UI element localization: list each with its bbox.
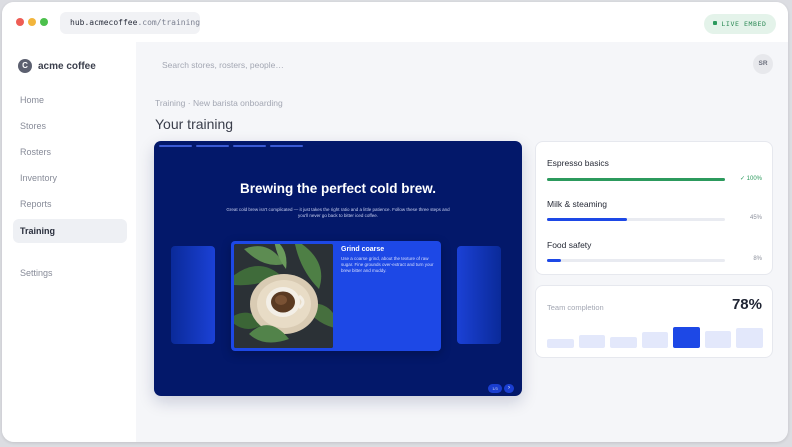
sidebar-item-training[interactable]: Training — [13, 219, 127, 243]
team-completion-bar — [547, 339, 574, 348]
course-progress-bar — [547, 218, 725, 221]
team-completion-bar — [673, 326, 700, 348]
course-name[interactable]: Food safety — [547, 240, 591, 250]
live-embed-badge: LIVE EMBED — [704, 14, 776, 34]
team-completion-bar — [704, 330, 732, 348]
chevron-right-icon: › — [508, 385, 510, 391]
sidebar: C acme coffee Home Stores Rosters Invent… — [2, 42, 136, 442]
course-progress-fill — [547, 259, 562, 262]
team-completion-value: 78% — [731, 296, 762, 313]
brand-logo-icon: C — [18, 59, 32, 73]
team-completion-panel: Team completion 78% — [535, 285, 773, 358]
card-title: Grind coarse — [341, 246, 385, 253]
next-slide-button[interactable]: › — [504, 384, 514, 393]
course-percent: ✓ 100% — [739, 176, 762, 182]
course-percent: 8% — [753, 256, 762, 262]
slide-subtitle: Great cold brew isn't complicated — it j… — [226, 207, 450, 218]
training-player[interactable]: Brewing the perfect cold brew. Great col… — [154, 141, 522, 396]
avatar[interactable]: SR — [753, 54, 773, 74]
slide-counter: 1/3 — [488, 384, 502, 393]
slide-title: Brewing the perfect cold brew. — [239, 181, 437, 196]
browser-titlebar: hub.acmecoffee.com/training LIVE EMBED — [2, 2, 788, 42]
slide-progress-segment — [270, 145, 303, 147]
slide-progress-segment — [307, 145, 340, 147]
sidebar-item-stores[interactable]: Stores — [13, 114, 127, 138]
live-embed-label: LIVE EMBED — [721, 20, 767, 28]
url-host: hub.acmecoffee — [70, 18, 138, 27]
previous-slide-card[interactable] — [171, 246, 215, 344]
minimize-window-icon[interactable] — [28, 18, 36, 26]
course-progress-fill — [547, 178, 725, 181]
url-path: .com/training — [137, 18, 201, 27]
slide-progress-segment — [159, 145, 192, 147]
brand-name: acme coffee — [38, 60, 96, 72]
app-window: hub.acmecoffee.com/training LIVE EMBED C… — [2, 2, 788, 442]
team-completion-bar — [641, 332, 669, 348]
live-dot-icon — [713, 21, 718, 25]
slide-progress-segment — [233, 145, 266, 147]
team-completion-label: Team completion — [547, 303, 604, 312]
address-bar[interactable]: hub.acmecoffee.com/training — [60, 12, 200, 34]
breadcrumb[interactable]: Training · New barista onboarding — [155, 98, 283, 108]
team-completion-bar — [610, 336, 637, 348]
sidebar-item-inventory[interactable]: Inventory — [13, 166, 127, 190]
team-completion-bar — [578, 335, 606, 348]
course-progress-bar — [547, 259, 725, 262]
page-title: Your training — [155, 116, 234, 132]
slide-progress-segment — [418, 145, 451, 147]
team-completion-bar — [736, 327, 763, 348]
current-slide-card: Grind coarse Use a coarse grind, about t… — [231, 241, 441, 351]
coffee-photo — [234, 244, 333, 348]
team-completion-bars — [547, 326, 763, 348]
course-name[interactable]: Espresso basics — [547, 158, 609, 168]
brand[interactable]: C acme coffee — [18, 58, 96, 74]
course-progress-bar — [547, 178, 725, 181]
close-window-icon[interactable] — [16, 18, 24, 26]
slide-progress-segment — [344, 145, 377, 147]
next-slide-card[interactable] — [457, 246, 501, 344]
sidebar-item-rosters[interactable]: Rosters — [13, 140, 127, 164]
slide-progress-segment — [196, 145, 229, 147]
sidebar-item-reports[interactable]: Reports — [13, 192, 127, 216]
sidebar-item-settings[interactable]: Settings — [13, 261, 127, 285]
card-text: Use a coarse grind, about the texture of… — [341, 256, 434, 273]
course-progress-fill — [547, 218, 628, 221]
sidebar-item-home[interactable]: Home — [13, 88, 127, 112]
course-name[interactable]: Milk & steaming — [547, 199, 607, 209]
course-progress-panel: Espresso basics ✓ 100% Milk & steaming 4… — [535, 141, 773, 275]
slide-progress-segment — [381, 145, 414, 147]
search-input[interactable]: Search stores, rosters, people… — [162, 58, 362, 72]
course-percent: 45% — [749, 215, 762, 221]
maximize-window-icon[interactable] — [40, 18, 48, 26]
